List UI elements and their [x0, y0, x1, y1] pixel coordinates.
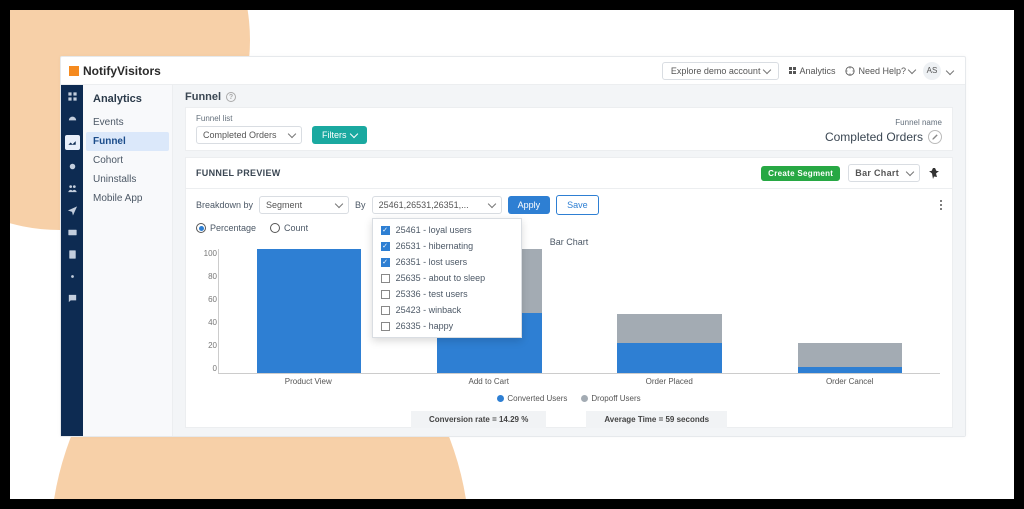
sidebar-item-uninstalls[interactable]: Uninstalls: [83, 170, 172, 189]
by-label: By: [355, 200, 366, 210]
checkbox-icon: [381, 306, 390, 315]
option-25423[interactable]: 25423 - winback: [373, 302, 521, 318]
sidebar-item-events[interactable]: Events: [83, 113, 172, 132]
x-label: Add to Cart: [399, 377, 580, 386]
grid-icon: [789, 67, 796, 74]
chevron-down-icon: [349, 130, 357, 138]
chevron-down-icon: [288, 130, 296, 138]
breakdown-select[interactable]: Segment: [259, 196, 349, 214]
funnel-header-card: Funnel list Completed Orders Filters Fun…: [185, 107, 953, 151]
pin-icon[interactable]: [928, 166, 942, 180]
option-25461[interactable]: 25461 - loyal users: [373, 222, 521, 238]
help-icon[interactable]: ?: [226, 92, 236, 102]
sidebar-item-funnel[interactable]: Funnel: [86, 132, 169, 151]
by-select[interactable]: 25461,26531,26351,...: [372, 196, 502, 214]
sidebar: Analytics EventsFunnelCohortUninstallsMo…: [83, 85, 173, 436]
more-menu-icon[interactable]: [940, 200, 942, 210]
save-button[interactable]: Save: [556, 195, 599, 215]
by-dropdown: 25461 - loyal users26531 - hibernating26…: [372, 218, 522, 338]
help-icon: [845, 66, 855, 76]
brand-name: NotifyVisitors: [83, 64, 161, 78]
chevron-down-icon: [335, 200, 343, 208]
option-25336[interactable]: 25336 - test users: [373, 286, 521, 302]
rail-gear-icon[interactable]: [67, 271, 78, 282]
analytics-link[interactable]: Analytics: [789, 66, 835, 76]
main: Funnel ? Funnel list Completed Orders Fi…: [173, 85, 965, 436]
apply-button[interactable]: Apply: [508, 196, 551, 214]
page-title: Funnel ?: [173, 85, 965, 107]
funnel-list-label: Funnel list: [196, 114, 302, 123]
checkbox-icon: [381, 226, 390, 235]
topbar: NotifyVisitors Explore demo account Anal…: [61, 57, 965, 85]
count-radio[interactable]: Count: [270, 223, 308, 233]
option-26531[interactable]: 26531 - hibernating: [373, 238, 521, 254]
bar-order-cancel: [798, 249, 903, 373]
rail-doc-icon[interactable]: [67, 249, 78, 260]
x-label: Order Placed: [579, 377, 760, 386]
rail-chat-icon[interactable]: [67, 293, 78, 304]
funnel-preview-card: FUNNEL PREVIEW Create Segment Bar Chart …: [185, 157, 953, 428]
rail-bug-icon[interactable]: [67, 161, 78, 172]
conversion-rate-stat: Conversion rate = 14.29 %: [411, 411, 546, 428]
chevron-down-icon: [763, 65, 771, 73]
x-label: Order Cancel: [760, 377, 941, 386]
funnel-list-select[interactable]: Completed Orders: [196, 126, 302, 144]
sidebar-item-cohort[interactable]: Cohort: [83, 151, 172, 170]
chevron-down-icon: [908, 65, 916, 73]
rail-analytics-icon[interactable]: [65, 135, 80, 150]
legend-dropoff-users: Dropoff Users: [581, 394, 640, 403]
sidebar-item-mobile-app[interactable]: Mobile App: [83, 189, 172, 208]
breakdown-label: Breakdown by: [196, 200, 253, 210]
need-help-link[interactable]: Need Help?: [845, 66, 915, 76]
funnel-name: Completed Orders: [825, 130, 942, 144]
chevron-down-icon: [487, 200, 495, 208]
percentage-radio[interactable]: Percentage: [196, 223, 256, 233]
rail-gauge-icon[interactable]: [67, 113, 78, 124]
bar-order-placed: [617, 249, 722, 373]
bar-chart: Bar Chart 100806040200 Product ViewAdd t…: [186, 237, 952, 427]
funnel-name-label: Funnel name: [895, 118, 942, 127]
brand-icon: [69, 66, 79, 76]
average-time-stat: Average Time = 59 seconds: [586, 411, 727, 428]
option-26335[interactable]: 26335 - happy: [373, 318, 521, 334]
explore-demo-button[interactable]: Explore demo account: [662, 62, 780, 80]
nav-rail: [61, 85, 83, 436]
chevron-down-icon[interactable]: [946, 66, 954, 74]
checkbox-icon: [381, 242, 390, 251]
checkbox-icon: [381, 322, 390, 331]
checkbox-icon: [381, 274, 390, 283]
preview-title: FUNNEL PREVIEW: [196, 168, 281, 178]
option-26351[interactable]: 26351 - lost users: [373, 254, 521, 270]
bar-product-view: [257, 249, 362, 373]
x-label: Product View: [218, 377, 399, 386]
brand-logo: NotifyVisitors: [69, 64, 161, 78]
option-25635[interactable]: 25635 - about to sleep: [373, 270, 521, 286]
radio-icon: [196, 223, 206, 233]
sidebar-title: Analytics: [83, 93, 172, 113]
legend-converted-users: Converted Users: [497, 394, 567, 403]
edit-icon[interactable]: [928, 130, 942, 144]
radio-icon: [270, 223, 280, 233]
rail-dashboard-icon[interactable]: [67, 91, 78, 102]
checkbox-icon: [381, 258, 390, 267]
chart-title: Bar Chart: [550, 237, 589, 247]
rail-send-icon[interactable]: [67, 205, 78, 216]
rail-card-icon[interactable]: [67, 227, 78, 238]
rail-users-icon[interactable]: [67, 183, 78, 194]
avatar[interactable]: AS: [923, 62, 941, 80]
checkbox-icon: [381, 290, 390, 299]
create-segment-button[interactable]: Create Segment: [761, 166, 840, 181]
chart-type-select[interactable]: Bar Chart: [848, 164, 920, 182]
chevron-down-icon: [906, 168, 914, 176]
filters-button[interactable]: Filters: [312, 126, 367, 144]
